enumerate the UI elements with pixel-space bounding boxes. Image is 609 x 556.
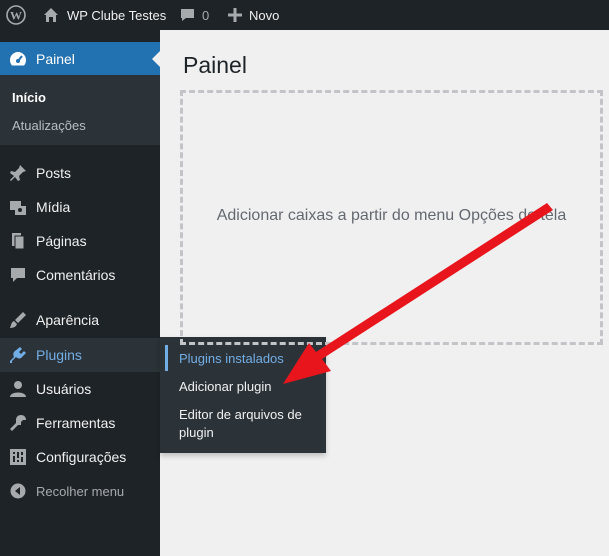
new-content-button[interactable]: Novo [228,0,279,30]
sidebar-item-label: Comentários [36,267,116,283]
sidebar-item-label: Configurações [36,449,127,465]
admin-sidebar: Painel Início Atualizações Posts Mídia P… [0,30,160,556]
collapse-menu-label: Recolher menu [36,483,125,499]
users-icon [9,380,27,398]
collapse-menu-button[interactable]: Recolher menu [0,474,160,508]
site-name: WP Clube Testes [67,7,167,23]
comments-link[interactable]: 0 [179,0,209,30]
pages-icon [9,232,27,250]
flyout-item-plugins-instalados[interactable]: Plugins instalados [179,350,284,368]
home-icon [43,7,59,23]
site-name-link[interactable]: WP Clube Testes [43,0,166,30]
sidebar-item-label: Ferramentas [36,415,116,431]
flyout-item-editor-arquivos[interactable]: Editor de arquivos de plugin [179,406,319,442]
wordpress-logo-button[interactable]: W [6,0,26,30]
appearance-icon [9,311,27,329]
submenu-item-inicio[interactable]: Início [12,90,46,105]
comments-count: 0 [202,7,210,23]
sidebar-item-posts[interactable]: Posts [0,156,160,190]
sidebar-item-label: Plugins [36,347,82,363]
new-label: Novo [249,7,280,23]
svg-text:W: W [10,9,22,23]
tools-icon [9,414,27,432]
sidebar-item-label: Aparência [36,312,100,328]
sidebar-item-plugins[interactable]: Plugins [0,338,160,372]
sidebar-item-midia[interactable]: Mídia [0,190,160,224]
flyout-pointer [152,345,160,361]
sidebar-item-label: Posts [36,165,72,181]
sidebar-item-label: Painel [36,51,75,67]
submenu-item-atualizacoes[interactable]: Atualizações [12,118,86,133]
flyout-item-adicionar-plugin[interactable]: Adicionar plugin [179,378,272,396]
plugins-icon [9,346,27,364]
comment-bubble-icon [179,7,196,23]
dashboard-icon [9,50,27,68]
wordpress-logo-icon: W [6,5,26,25]
collapse-arrow-icon [9,482,27,500]
sidebar-item-label: Usuários [36,381,92,397]
empty-dashboard-text: Adicionar caixas a partir do menu Opções… [216,206,567,224]
sidebar-item-usuarios[interactable]: Usuários [0,372,160,406]
plus-icon [228,8,242,22]
admin-bar: W WP Clube Testes 0 Novo [0,0,609,30]
page-title: Painel [183,52,247,78]
empty-dashboard-drop-area: Adicionar caixas a partir do menu Opções… [180,90,603,345]
sidebar-item-ferramentas[interactable]: Ferramentas [0,406,160,440]
settings-icon [9,448,27,466]
pin-icon [9,164,27,182]
sidebar-item-painel[interactable]: Painel [0,42,160,76]
sidebar-item-configuracoes[interactable]: Configurações [0,440,160,474]
dashboard-submenu: Início Atualizações [0,75,160,145]
comments-icon [9,266,27,284]
sidebar-item-label: Páginas [36,233,87,249]
active-indicator [165,345,168,371]
sidebar-item-paginas[interactable]: Páginas [0,224,160,258]
plugins-flyout-menu: Plugins instalados Adicionar plugin Edit… [160,337,326,453]
sidebar-item-aparencia[interactable]: Aparência [0,303,160,337]
media-icon [9,198,27,216]
sidebar-item-label: Mídia [36,199,71,215]
sidebar-item-comentarios[interactable]: Comentários [0,258,160,292]
